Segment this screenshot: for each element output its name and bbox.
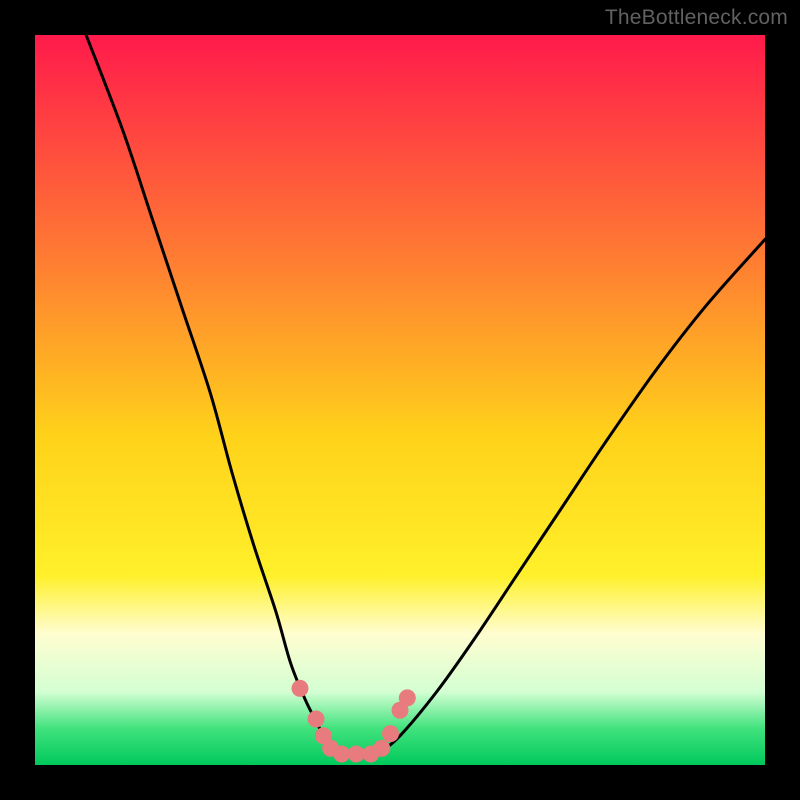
data-marker <box>308 711 325 728</box>
data-marker <box>348 746 365 763</box>
data-marker <box>399 689 416 706</box>
data-marker <box>373 740 390 757</box>
data-marker <box>333 746 350 763</box>
bottleneck-chart <box>0 0 800 800</box>
data-marker <box>382 725 399 742</box>
watermark-text: TheBottleneck.com <box>605 6 788 30</box>
chart-stage: TheBottleneck.com <box>0 0 800 800</box>
gradient-background <box>35 35 765 765</box>
data-marker <box>291 680 308 697</box>
